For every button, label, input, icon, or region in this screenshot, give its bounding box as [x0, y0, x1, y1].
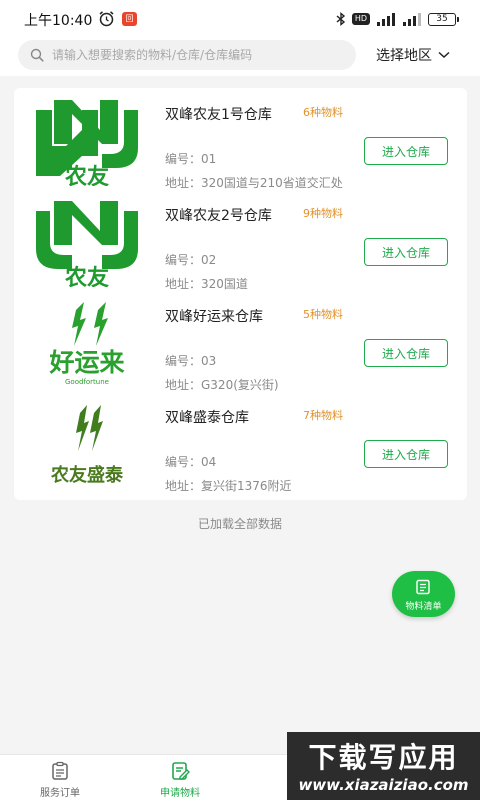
warehouse-item: 农友 双峰农友1号仓库 6种物料 编号：01 地址：320国道与210省道交汇处…	[14, 88, 467, 190]
material-count: 6种物料	[303, 106, 343, 119]
app-notification-badge: 回	[122, 12, 137, 26]
watermark-url: www.xiazaiziao.com	[298, 776, 469, 794]
material-list-fab[interactable]: 物料清单	[392, 571, 455, 617]
warehouse-item: 农友 双峰农友2号仓库 9种物料 编号：02 地址：320国道 进入仓库	[14, 189, 467, 291]
bluetooth-icon	[336, 12, 345, 26]
list-doc-icon	[416, 579, 430, 595]
warehouse-name: 双峰农友2号仓库	[165, 208, 272, 224]
material-count: 5种物料	[303, 308, 343, 321]
status-icons: HD 35	[336, 12, 459, 26]
haoyunlai-logo-text: 好运来	[48, 348, 125, 377]
all-loaded-tip: 已加载全部数据	[197, 517, 282, 531]
tab-label: 服务订单	[40, 788, 80, 799]
warehouse-name: 双峰农友1号仓库	[165, 107, 272, 123]
warehouse-item: 农友盛泰 双峰盛泰仓库 7种物料 编号：04 地址：复兴街1376附近 进入仓库	[14, 391, 467, 493]
chevron-down-icon	[438, 51, 450, 59]
site-watermark: 下载写应用 www.xiazaiziao.com	[287, 732, 480, 800]
watermark-title: 下载写应用	[308, 741, 459, 774]
alarm-clock-icon	[99, 11, 114, 27]
nongyou-logo-text: 农友	[64, 265, 109, 287]
warehouse-code: 编号：03	[165, 354, 217, 368]
search-box[interactable]	[18, 40, 356, 70]
edit-doc-icon	[172, 762, 190, 780]
nongyoushengtai-logo-text: 农友盛泰	[50, 464, 124, 486]
warehouse-code: 编号：02	[165, 253, 217, 267]
search-header: 选择地区	[0, 38, 480, 76]
warehouse-item: 好运来 Goodfortune 双峰好运来仓库 5种物料 编号：03 地址：G3…	[14, 290, 467, 392]
tab-label: 申请物料	[160, 788, 200, 799]
enter-warehouse-button[interactable]: 进入仓库	[364, 137, 448, 165]
warehouse-list: 农友 双峰农友1号仓库 6种物料 编号：01 地址：320国道与210省道交汇处…	[14, 88, 467, 500]
warehouse-address: 地址：复兴街1376附近	[165, 479, 292, 493]
clipboard-icon	[52, 761, 68, 780]
nongyoushengtai-logo: 农友盛泰	[50, 405, 124, 486]
tab-apply-material[interactable]: 申请物料	[120, 755, 240, 800]
search-input[interactable]	[52, 40, 348, 70]
hd-icon: HD	[351, 13, 370, 25]
signal-icon	[377, 12, 395, 26]
region-select[interactable]: 选择地区	[376, 45, 450, 65]
fab-label: 物料清单	[405, 602, 442, 612]
material-count: 9种物料	[303, 207, 343, 220]
battery-icon: 35	[428, 12, 459, 26]
enter-warehouse-button[interactable]: 进入仓库	[364, 339, 448, 367]
signal-icon-2	[403, 12, 421, 26]
status-time: 上午10:40	[24, 13, 93, 29]
enter-warehouse-button[interactable]: 进入仓库	[364, 238, 448, 266]
nongyou-logo: 农友	[36, 201, 138, 287]
enter-warehouse-button[interactable]: 进入仓库	[364, 440, 448, 468]
warehouse-code: 编号：01	[165, 152, 217, 166]
material-count: 7种物料	[303, 409, 343, 422]
status-bar: 上午10:40 回 HD 35	[0, 0, 480, 38]
warehouse-code: 编号：04	[165, 455, 217, 469]
search-icon	[30, 48, 44, 62]
region-label: 选择地区	[376, 48, 432, 64]
warehouse-name: 双峰盛泰仓库	[165, 410, 249, 426]
haoyunlai-logo-en: Goodfortune	[65, 378, 109, 386]
nongyou-logo-text: 农友	[64, 164, 109, 186]
warehouse-name: 双峰好运来仓库	[165, 309, 263, 325]
haoyunlai-logo: 好运来 Goodfortune	[48, 302, 125, 386]
nongyou-logo: 农友	[36, 100, 138, 186]
tab-service-orders[interactable]: 服务订单	[0, 755, 120, 800]
